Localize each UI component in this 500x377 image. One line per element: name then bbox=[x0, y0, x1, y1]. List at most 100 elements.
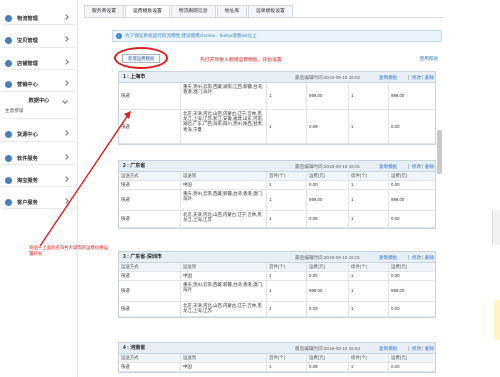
table-row: 快递 中国 1 0.00 1 0.00 bbox=[119, 363, 435, 372]
edit-link[interactable]: 修改 bbox=[412, 252, 421, 263]
cell-fee: 999.00 bbox=[307, 83, 349, 109]
column-header: 运费(元) bbox=[391, 355, 408, 361]
action-separator bbox=[422, 255, 423, 260]
sidebar-item-label: 宝贝管理 bbox=[17, 37, 38, 44]
template-edit-time: 最后编辑时间:2018-09-10 16:02 bbox=[295, 75, 361, 80]
template-header: 3 : 广东省-深圳市 最后编辑时间:2018-09-10 16:01 复制模板 修改… bbox=[119, 252, 435, 263]
table-row: 快递 北京,天津,河北,山西,内蒙古,辽宁,吉林,黑龙江,上海,江苏 1 0.00 1 0… bbox=[119, 211, 435, 228]
cell-first: 1 bbox=[267, 110, 307, 143]
chevron-down-icon bbox=[63, 59, 69, 65]
delete-link[interactable]: 删除 bbox=[425, 161, 434, 172]
cell-fee: 0.00 bbox=[307, 363, 349, 371]
copy-template-link[interactable]: 复制模板 bbox=[379, 161, 397, 172]
sidebar-item-1[interactable]: 货源中心 bbox=[0, 127, 78, 141]
scrollbar[interactable] bbox=[437, 130, 442, 174]
cell-fee2: 0.00 bbox=[391, 364, 400, 370]
browser-tip-banner: i 为了保证系统运行的流畅性,建议使用chrome、firefox或者ie8以上 bbox=[112, 30, 442, 42]
sidebar-item-1[interactable]: 物流管理 bbox=[0, 11, 78, 25]
cell-next: 1 bbox=[349, 272, 389, 280]
cell-fee: 0.00 bbox=[307, 181, 349, 189]
cell-fee: 0.00 bbox=[307, 272, 349, 280]
cell-fee: 999.00 bbox=[307, 190, 349, 210]
tab-4[interactable]: 地址库 bbox=[216, 5, 247, 17]
column-header: 首件(个) bbox=[267, 354, 307, 362]
edit-link[interactable]: 修改 bbox=[412, 161, 421, 172]
sidebar-item-label: 物流管理 bbox=[17, 15, 38, 22]
table-header-row: 运送方式 运送到 首件(个) 运费(元) 续件(个) 运费(元) bbox=[119, 354, 435, 363]
table-row: 快递 中国 1 0.00 1 0.00 bbox=[119, 272, 435, 281]
sidebar-item-label: 营销中心 bbox=[17, 81, 38, 88]
cell-dest: 北京,天津,河北,山西,内蒙古,辽宁,吉林,黑龙江,上海,江苏 bbox=[181, 211, 267, 227]
sidebar-item-4[interactable]: 营销中心 bbox=[0, 77, 78, 91]
cell-dest: 中国 bbox=[181, 363, 267, 371]
cell-first: 1 bbox=[267, 272, 307, 280]
cell-first: 1 bbox=[267, 83, 307, 109]
tab-2[interactable]: 运费模板设置 bbox=[125, 5, 170, 17]
chevron-down-icon bbox=[63, 130, 69, 136]
edit-link[interactable]: 修改 bbox=[412, 72, 421, 83]
table-row: 快递 重庆,贵州,云南,西藏,新疆,台湾,香港,澳门,海外 1 999.00 1 999.… bbox=[119, 281, 435, 302]
sidebar-item-4[interactable]: 客户服务 bbox=[0, 195, 78, 209]
action-separator bbox=[408, 75, 409, 80]
cell-dest: 重庆,贵州,云南,西藏,新疆,台湾,香港,澳门,海外 bbox=[181, 190, 267, 210]
copy-template-link[interactable]: 复制模板 bbox=[379, 252, 397, 263]
sidebar-divider bbox=[2, 91, 76, 92]
delete-link[interactable]: 删除 bbox=[425, 72, 434, 83]
help-link[interactable]: 使用帮助 bbox=[420, 56, 438, 62]
column-header: 首件(个) bbox=[267, 263, 307, 271]
column-header: 运送到 bbox=[181, 354, 267, 362]
cell-next: 1 bbox=[349, 83, 389, 109]
cell-dest: 重庆,贵州,云南,西藏,新疆,台湾,香港,澳门,海外 bbox=[181, 281, 267, 301]
chevron-down-icon bbox=[63, 176, 69, 182]
action-separator bbox=[408, 164, 409, 169]
cell-dest: 北京,天津,河北,山西,内蒙古,辽宁,吉林,黑龙江,上海,江苏,浙江,安徽,福建… bbox=[181, 110, 267, 143]
tab-1[interactable]: 服务商设置 bbox=[84, 5, 124, 17]
software-icon bbox=[5, 154, 12, 162]
sidebar-item-2[interactable]: 宝贝管理 bbox=[0, 33, 78, 47]
sidebar-item-label: 软件服务 bbox=[17, 155, 38, 162]
cell-first: 1 bbox=[267, 302, 307, 316]
shipping-template: 4 : 河南省 最后编辑时间:2018-09-10 15:53 复制模板 修改 删除 运送… bbox=[118, 342, 436, 373]
cell-first: 1 bbox=[267, 363, 307, 371]
cell-fee2: 0.00 bbox=[391, 123, 400, 129]
template-name: 4 : 河南省 bbox=[123, 345, 146, 351]
cell-first: 1 bbox=[267, 281, 307, 301]
sidebar-item-3[interactable]: 淘宝服务 bbox=[0, 173, 78, 187]
sidebar-sub-label[interactable]: 生意参谋 bbox=[5, 108, 23, 114]
template-edit-time: 最后编辑时间:2018-09-10 16:01 bbox=[295, 164, 361, 169]
cell-next: 1 bbox=[349, 190, 389, 210]
table-row: 快递 中国 1 0.00 1 0.00 bbox=[119, 181, 435, 190]
shipping-template: 3 : 广东省-深圳市 最后编辑时间:2018-09-10 16:01 复制模板 修改… bbox=[118, 251, 436, 318]
delete-link[interactable]: 删除 bbox=[425, 343, 434, 354]
copy-template-link[interactable]: 复制模板 bbox=[379, 72, 397, 83]
column-header: 运费(元) bbox=[391, 264, 408, 270]
cell-fee: 0.00 bbox=[307, 302, 349, 316]
action-separator bbox=[422, 164, 423, 169]
cell-method: 快递 bbox=[119, 211, 181, 227]
cell-fee: 0.00 bbox=[307, 211, 349, 227]
box-icon bbox=[5, 36, 12, 44]
delete-link[interactable]: 删除 bbox=[425, 252, 434, 263]
info-icon: i bbox=[116, 33, 122, 39]
tab-5[interactable]: 运单模板设置 bbox=[248, 5, 293, 17]
sidebar-item-label: 货源中心 bbox=[17, 131, 38, 138]
edit-link[interactable]: 修改 bbox=[412, 343, 421, 354]
tab-3[interactable]: 物流跟踪信息 bbox=[170, 5, 216, 17]
sidebar-item-2[interactable]: 软件服务 bbox=[0, 151, 78, 165]
cell-dest: 中国 bbox=[181, 272, 267, 280]
table-row: 快递 重庆,贵州,云南,西藏,湖南,江西,新疆,台湾,香港,澳门,海外 1 999.0… bbox=[119, 83, 435, 110]
cell-fee2: 999.00 bbox=[391, 93, 405, 99]
column-header: 续件(个) bbox=[349, 263, 389, 271]
cell-method: 快递 bbox=[119, 281, 181, 301]
cell-next: 1 bbox=[349, 363, 389, 371]
cell-fee: 0.00 bbox=[307, 110, 349, 143]
column-header: 运送方式 bbox=[119, 172, 181, 180]
action-separator bbox=[408, 346, 409, 351]
chevron-down-icon bbox=[63, 80, 69, 86]
template-name: 1 : 上海市 bbox=[123, 74, 146, 80]
red-instruction-note: 先打开你进入新增运费模板，开始设置 bbox=[200, 58, 282, 63]
column-header: 运送方式 bbox=[119, 354, 181, 362]
sidebar-item-3[interactable]: 店铺管理 bbox=[0, 56, 78, 70]
sidebar-divider bbox=[2, 141, 76, 142]
copy-template-link[interactable]: 复制模板 bbox=[379, 343, 397, 354]
